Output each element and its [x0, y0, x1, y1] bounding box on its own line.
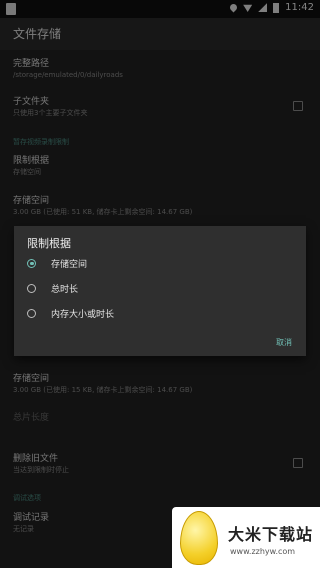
watermark-text: 大米下载站 — [228, 525, 314, 544]
radio-label: 总时长 — [51, 284, 79, 295]
dialog-title: 限制根据 — [27, 237, 71, 250]
radio-checked-icon[interactable] — [27, 258, 36, 268]
radio-option-storage[interactable]: 存储空间 — [27, 255, 87, 271]
limit-basis-dialog: 限制根据 存储空间 总时长 内存大小或时长 取消 — [14, 226, 306, 356]
watermark-logo: 大米下载站 www.zzhyw.com — [172, 507, 320, 568]
radio-label: 内存大小或时长 — [51, 309, 115, 320]
mascot-icon — [180, 511, 218, 565]
radio-label: 存储空间 — [51, 259, 88, 270]
radio-option-size-or-duration[interactable]: 内存大小或时长 — [27, 305, 114, 321]
radio-option-duration[interactable]: 总时长 — [27, 280, 78, 296]
cancel-button[interactable]: 取消 — [276, 337, 292, 348]
radio-unchecked-icon[interactable] — [27, 283, 36, 293]
watermark-url: www.zzhyw.com — [230, 547, 296, 556]
radio-unchecked-icon[interactable] — [27, 308, 36, 318]
